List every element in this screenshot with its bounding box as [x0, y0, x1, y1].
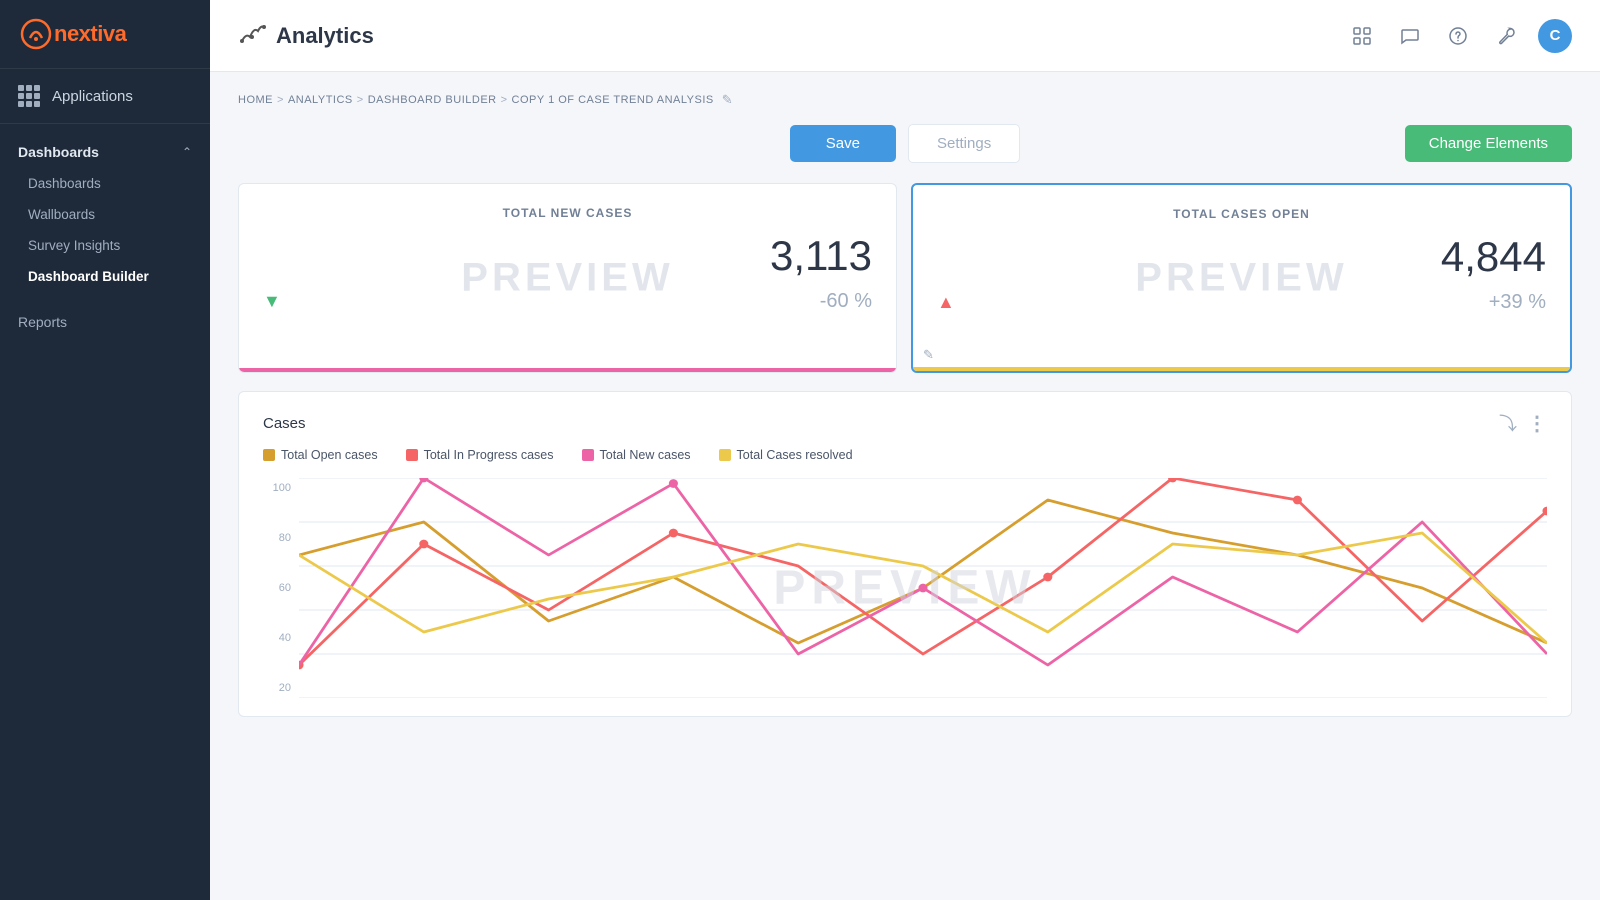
chart-header: Cases ⤵ ⋮ — [263, 410, 1547, 436]
legend-label-progress: Total In Progress cases — [424, 448, 554, 462]
stat-card-new-cases: TOTAL NEW CASES PREVIEW 3,113 ▼ -60 % — [238, 183, 897, 373]
legend-label-resolved: Total Cases resolved — [737, 448, 853, 462]
trend-up-icon: ▲ — [937, 292, 955, 313]
dot-in-progress-6 — [1293, 496, 1302, 505]
analytics-nav-icon — [238, 19, 266, 52]
legend-new-cases: Total New cases — [582, 448, 691, 462]
help-icon[interactable] — [1442, 20, 1474, 52]
legend-label-new: Total New cases — [600, 448, 691, 462]
dot-in-progress-3 — [669, 529, 678, 538]
dashboards-section-title: Dashboards — [18, 144, 99, 160]
legend-in-progress-cases: Total In Progress cases — [406, 448, 554, 462]
breadcrumb-sep-3: > — [501, 94, 508, 106]
sidebar-item-survey-insights[interactable]: Survey Insights — [0, 230, 210, 261]
dot-new-3 — [918, 584, 927, 593]
topbar: Analytics — [210, 0, 1600, 72]
applications-label: Applications — [52, 88, 133, 105]
chart-y-labels: 100 80 60 40 20 — [263, 478, 291, 698]
logo-area: nextiva — [0, 0, 210, 69]
logo-icon — [20, 18, 52, 50]
logo: nextiva — [20, 18, 126, 50]
legend-open-cases: Total Open cases — [263, 448, 378, 462]
main-area: Analytics — [210, 0, 1600, 900]
chart-title: Cases — [263, 415, 306, 432]
save-button[interactable]: Save — [790, 125, 896, 162]
applications-nav[interactable]: Applications — [0, 69, 210, 124]
settings-button[interactable]: Settings — [908, 124, 1020, 163]
card-bottom-new-cases: ▼ -60 % — [263, 290, 872, 313]
logo-text: nextiva — [54, 21, 126, 47]
sidebar-item-reports[interactable]: Reports — [0, 304, 210, 340]
chart-svg — [299, 478, 1547, 698]
dot-new-2 — [669, 479, 678, 488]
y-label-20: 20 — [263, 682, 291, 694]
trend-down-icon: ▼ — [263, 291, 281, 312]
legend-dot-new — [582, 449, 594, 461]
legend-dot-open — [263, 449, 275, 461]
card-value-open-cases: 4,844 — [937, 233, 1546, 281]
card-title-open-cases: TOTAL CASES OPEN — [937, 207, 1546, 221]
grid-icon[interactable] — [1346, 20, 1378, 52]
card-bar-open-cases — [911, 367, 1572, 371]
y-label-40: 40 — [263, 632, 291, 644]
legend-resolved-cases: Total Cases resolved — [719, 448, 853, 462]
sidebar-item-wallboards[interactable]: Wallboards — [0, 199, 210, 230]
card-value-new-cases: 3,113 — [263, 232, 872, 280]
y-label-100: 100 — [263, 482, 291, 494]
user-avatar[interactable]: C — [1538, 19, 1572, 53]
chart-actions: ⤵ ⋮ — [1499, 410, 1547, 436]
content-area: HOME > ANALYTICS > DASHBOARD BUILDER > C… — [210, 72, 1600, 900]
card-edit-icon[interactable]: ✎ — [923, 347, 934, 363]
stat-cards-row: TOTAL NEW CASES PREVIEW 3,113 ▼ -60 % TO… — [238, 183, 1572, 373]
sidebar-item-dashboards[interactable]: Dashboards — [0, 168, 210, 199]
card-pct-new-cases: -60 % — [820, 290, 872, 313]
chart-area: PREVIEW 100 80 60 40 20 — [263, 478, 1547, 698]
breadcrumb-current: COPY 1 OF CASE TREND ANALYSIS — [512, 94, 714, 106]
breadcrumb-edit-icon[interactable]: ✎ — [722, 92, 733, 108]
chart-panel: Cases ⤵ ⋮ Total Open cases Total In Prog… — [238, 391, 1572, 717]
breadcrumb-dashboard-builder[interactable]: DASHBOARD BUILDER — [368, 94, 497, 106]
dot-in-progress-4 — [1043, 573, 1052, 582]
wrench-icon[interactable] — [1490, 20, 1522, 52]
y-label-80: 80 — [263, 532, 291, 544]
legend-dot-progress — [406, 449, 418, 461]
sidebar-item-dashboard-builder[interactable]: Dashboard Builder — [0, 261, 210, 292]
breadcrumb: HOME > ANALYTICS > DASHBOARD BUILDER > C… — [238, 92, 1572, 108]
dot-in-progress-2 — [419, 540, 428, 549]
breadcrumb-sep-1: > — [277, 94, 284, 106]
chart-more-icon[interactable]: ⋮ — [1527, 411, 1547, 436]
card-bottom-open-cases: ▲ +39 % — [937, 291, 1546, 314]
legend-label-open: Total Open cases — [281, 448, 378, 462]
apps-grid-icon — [18, 85, 40, 107]
card-pct-open-cases: +39 % — [1489, 291, 1546, 314]
card-title-new-cases: TOTAL NEW CASES — [263, 206, 872, 220]
chevron-up-icon: ⌃ — [182, 145, 192, 159]
chart-trend-icon[interactable]: ⤵ — [1499, 410, 1517, 436]
chat-icon[interactable] — [1394, 20, 1426, 52]
breadcrumb-analytics[interactable]: ANALYTICS — [288, 94, 353, 106]
dashboards-section: Dashboards ⌃ Dashboards Wallboards Surve… — [0, 124, 210, 304]
breadcrumb-sep-2: > — [357, 94, 364, 106]
chart-svg-area — [299, 478, 1547, 698]
dashboards-section-header[interactable]: Dashboards ⌃ — [0, 136, 210, 168]
breadcrumb-home[interactable]: HOME — [238, 94, 273, 106]
card-bar-new-cases — [238, 368, 897, 372]
y-label-60: 60 — [263, 582, 291, 594]
stat-card-open-cases: TOTAL CASES OPEN PREVIEW 4,844 ▲ +39 % ✎ — [911, 183, 1572, 373]
chart-legend: Total Open cases Total In Progress cases… — [263, 448, 1547, 462]
topbar-right: C — [1346, 19, 1572, 53]
legend-dot-resolved — [719, 449, 731, 461]
page-title: Analytics — [276, 23, 374, 49]
action-bar: Save Settings Change Elements — [238, 124, 1572, 163]
sidebar: nextiva Applications Dashboards ⌃ Dashbo… — [0, 0, 210, 900]
change-elements-button[interactable]: Change Elements — [1405, 125, 1572, 162]
